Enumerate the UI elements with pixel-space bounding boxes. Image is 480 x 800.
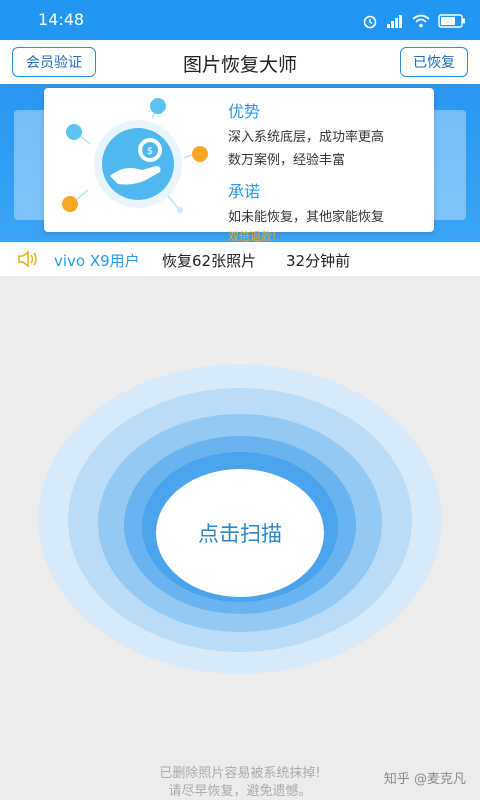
watermark: 知乎 @麦克凡 [383, 772, 466, 787]
promise-highlight: 双倍退款! [228, 230, 277, 242]
battery-icon [438, 14, 466, 28]
recovered-button[interactable]: 已恢复 [400, 47, 468, 77]
hand-coin-illustration: $ [62, 98, 208, 213]
recovery-notice-bar: vivo X9用户 恢复62张照片 32分钟前 [0, 242, 480, 276]
scan-area: 点击扫描 已删除照片容易被系统抹掉! 请尽早恢复，避免遗憾。 [0, 276, 480, 800]
svg-text:$: $ [147, 146, 153, 157]
banner-card[interactable]: $ 优势 深入系统底层，成功率更高 数万案例，经验丰富 承诺 如未能恢复，其他家… [44, 88, 434, 242]
status-bar: 14:48 [0, 0, 480, 40]
advantage-line-1: 深入系统底层，成功率更高 [228, 130, 385, 145]
signal-icon [386, 14, 404, 28]
advantage-line-2: 数万案例，经验丰富 [228, 153, 346, 168]
advantage-title: 优势 [228, 102, 261, 121]
alarm-icon [362, 13, 378, 29]
status-icons [362, 12, 466, 30]
notice-action: 恢复62张照片 [162, 252, 257, 270]
app-header: 会员验证 图片恢复大师 已恢复 [0, 40, 480, 84]
status-time: 14:48 [38, 10, 85, 29]
promo-banner: $ 优势 深入系统底层，成功率更高 数万案例，经验丰富 承诺 如未能恢复，其他家… [0, 84, 480, 242]
wifi-icon [412, 14, 430, 28]
promise-title: 承诺 [228, 182, 261, 201]
banner-text: 优势 深入系统底层，成功率更高 数万案例，经验丰富 承诺 如未能恢复，其他家能恢… [228, 98, 428, 242]
speaker-icon [16, 249, 40, 273]
notice-user: vivo X9用户 [54, 252, 140, 270]
notice-time: 32分钟前 [286, 252, 351, 270]
promise-line-1: 如未能恢复，其他家能恢复 [228, 210, 385, 225]
scan-button[interactable]: 点击扫描 [156, 469, 324, 597]
